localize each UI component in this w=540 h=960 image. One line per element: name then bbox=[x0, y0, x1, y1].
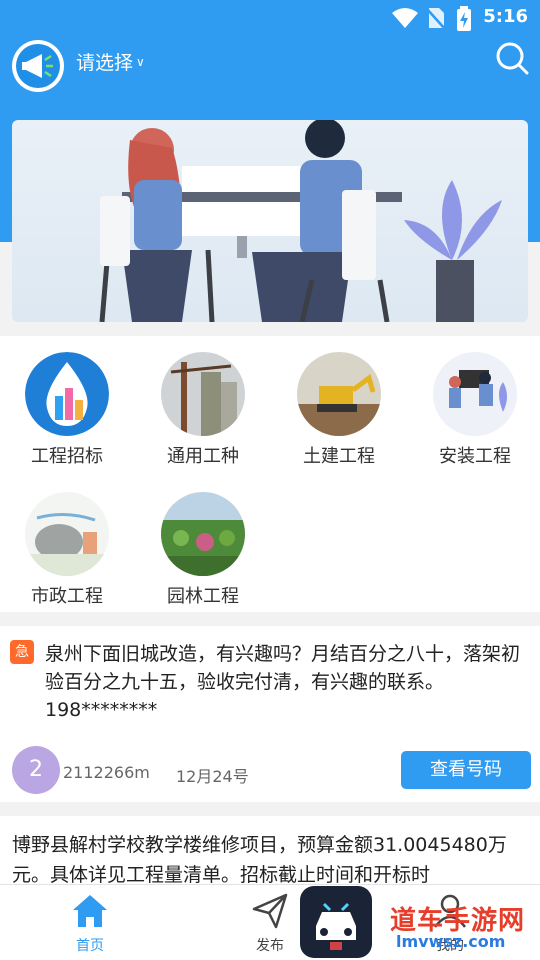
excavator-photo bbox=[297, 352, 381, 436]
municipal-illustration bbox=[25, 492, 109, 576]
post-date: 12月24号 bbox=[176, 767, 249, 786]
promo-banner[interactable] bbox=[12, 120, 528, 322]
battery-charging-icon bbox=[457, 6, 471, 31]
megaphone-icon bbox=[16, 44, 60, 88]
watermark-logo bbox=[300, 886, 372, 958]
nav-publish-label: 发布 bbox=[256, 938, 284, 954]
category-label: 园林工程 bbox=[167, 586, 239, 607]
post-text: 泉州下面旧城改造，有兴趣吗？月结百分之八十，落架初验百分之九十五，验收完付清，有… bbox=[45, 643, 521, 721]
category-grid: 工程招标 通用工种 土建工程 安装工程 市政工程 园林工程 bbox=[0, 336, 540, 612]
watermark-url: lmvwsz.com bbox=[396, 932, 506, 951]
category-label: 通用工种 bbox=[167, 446, 239, 467]
send-icon bbox=[252, 893, 288, 929]
post-card[interactable]: 急 泉州下面旧城改造，有兴趣吗？月结百分之八十，落架初验百分之九十五，验收完付清… bbox=[0, 626, 540, 802]
no-sim-icon bbox=[426, 8, 446, 30]
category-item-landscaping[interactable]: 园林工程 bbox=[148, 492, 258, 608]
search-icon[interactable] bbox=[494, 40, 530, 76]
bidding-icon bbox=[25, 352, 109, 436]
category-label: 安装工程 bbox=[439, 446, 511, 467]
category-label: 市政工程 bbox=[31, 586, 103, 607]
avatar: 2 bbox=[12, 746, 60, 794]
category-item-bidding[interactable]: 工程招标 bbox=[12, 352, 122, 468]
office-illustration bbox=[433, 352, 517, 436]
app-bar: 请选择 ∨ bbox=[0, 36, 540, 92]
wifi-icon bbox=[392, 8, 418, 28]
urgent-badge: 急 bbox=[10, 640, 34, 664]
category-label: 工程招标 bbox=[31, 446, 103, 467]
home-icon bbox=[73, 895, 107, 927]
category-item-general-labor[interactable]: 通用工种 bbox=[148, 352, 258, 468]
post-text: 博野县解村学校教学楼维修项目，预算金额31.0045480万元。具体详见工程量清… bbox=[12, 834, 507, 886]
status-bar: 5:16 bbox=[0, 0, 540, 36]
category-item-civil-engineering[interactable]: 土建工程 bbox=[284, 352, 394, 468]
banner-illustration bbox=[99, 120, 502, 322]
chevron-down-icon: ∨ bbox=[136, 55, 145, 69]
app-logo bbox=[12, 40, 64, 92]
post-card[interactable]: 博野县解村学校教学楼维修项目，预算金额31.0045480万元。具体详见工程量清… bbox=[0, 816, 540, 886]
nav-home[interactable]: 首页 bbox=[50, 891, 130, 955]
watermark: 道车手游网 lmvwsz.com bbox=[300, 884, 540, 960]
city-select-label: 请选择 bbox=[76, 52, 134, 74]
poster-name: 2112266m bbox=[63, 763, 150, 782]
city-select[interactable]: 请选择 ∨ bbox=[76, 48, 145, 75]
clock: 5:16 bbox=[483, 6, 528, 27]
category-label: 土建工程 bbox=[303, 446, 375, 467]
garden-photo bbox=[161, 492, 245, 576]
nav-home-label: 首页 bbox=[76, 938, 104, 954]
nav-publish[interactable]: 发布 bbox=[230, 891, 310, 955]
category-item-municipal[interactable]: 市政工程 bbox=[12, 492, 122, 608]
category-item-installation[interactable]: 安装工程 bbox=[420, 352, 530, 468]
crane-site-photo bbox=[161, 352, 245, 436]
view-number-button[interactable]: 查看号码 bbox=[401, 751, 531, 789]
